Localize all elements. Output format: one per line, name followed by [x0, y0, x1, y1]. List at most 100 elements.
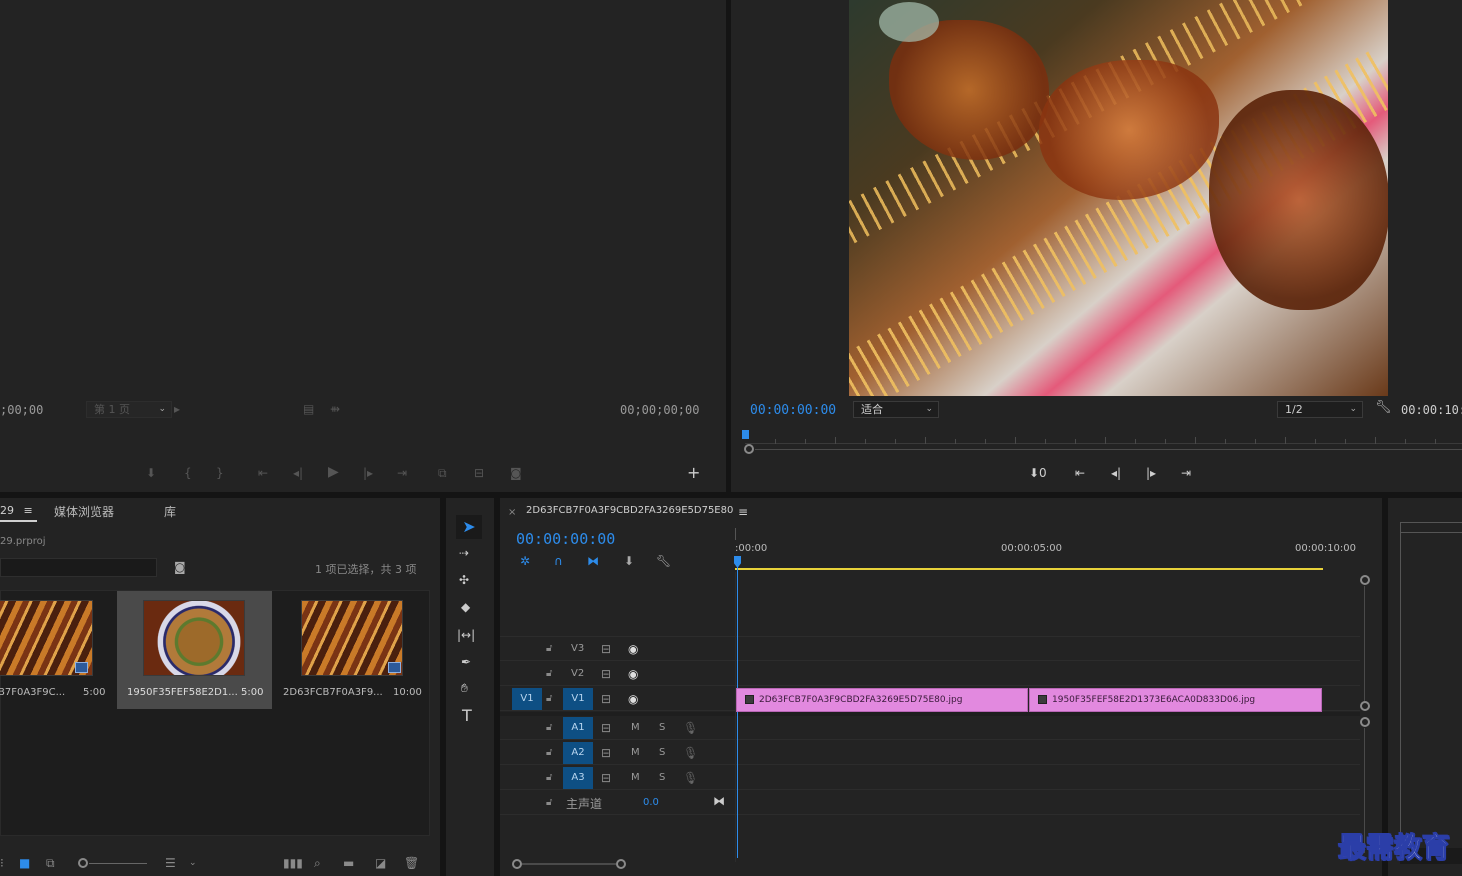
sync-lock-icon[interactable]: ⊟ — [601, 642, 611, 656]
freeform-view-icon[interactable]: ⧉ — [46, 856, 55, 870]
clear-icon[interactable]: 🗑︎ — [404, 856, 419, 870]
clip-2[interactable]: 1950F35FEF58E2D1373E6ACA0D833D06.jpg — [1029, 688, 1322, 712]
sequence-menu-icon[interactable]: ≡ — [738, 505, 748, 519]
clip-1[interactable]: 2D63FCB7F0A3F9CBD2FA3269E5D75E80.jpg — [736, 688, 1028, 712]
solo-button[interactable]: S — [659, 747, 665, 758]
razor-tool[interactable]: ◆ — [461, 600, 470, 614]
h-scrollbar[interactable] — [522, 863, 616, 865]
sync-lock-icon[interactable]: ⊟ — [601, 746, 611, 760]
track-target-a2[interactable]: A2 — [563, 742, 593, 764]
scroll-handle-audio[interactable] — [1360, 717, 1370, 727]
lock-icon[interactable]: 🔓︎ — [546, 771, 552, 785]
scroll-handle-top[interactable] — [1360, 575, 1370, 585]
track-target-a3[interactable]: A3 — [563, 767, 593, 789]
sync-lock-icon[interactable]: ⊟ — [601, 692, 611, 706]
step-back-icon[interactable]: ◂| — [293, 466, 303, 480]
program-scrub-bar[interactable] — [742, 430, 1462, 444]
timeline-settings-icon[interactable]: 🔧︎ — [656, 554, 671, 568]
source-timecode[interactable]: ;00;00 — [0, 403, 43, 417]
zoom-slider-handle[interactable] — [78, 858, 88, 868]
icon-view-icon[interactable]: ■ — [19, 856, 30, 870]
lock-icon[interactable]: 🔓︎ — [546, 667, 552, 681]
source-patch-v1[interactable]: V1 — [512, 688, 542, 710]
microphone-icon[interactable]: 🎙︎ — [683, 746, 698, 760]
close-tab-icon[interactable]: × — [508, 506, 516, 520]
add-marker-timeline-icon[interactable]: ⬇ — [624, 554, 634, 568]
h-scroll-right[interactable] — [616, 859, 626, 869]
master-volume[interactable]: 0.0 — [643, 797, 659, 808]
track-target-v1[interactable]: V1 — [563, 688, 593, 710]
track-select-tool[interactable]: ⇢ — [459, 546, 469, 560]
source-page-dropdown[interactable]: 第 1 页 ⌄ — [86, 401, 172, 418]
go-to-end-icon[interactable]: ⧓ — [713, 794, 725, 808]
go-to-in-icon[interactable]: ⇤ — [258, 466, 268, 480]
selection-tool[interactable]: ➤ — [456, 515, 482, 539]
type-tool[interactable]: T — [462, 706, 472, 725]
new-bin-search-icon[interactable]: ◙ — [174, 560, 186, 574]
zoom-slider[interactable] — [89, 863, 147, 864]
go-to-out-icon[interactable]: ⇥ — [397, 466, 407, 480]
overwrite-icon[interactable]: ⊟ — [474, 466, 484, 480]
add-button-icon[interactable]: + — [687, 465, 700, 481]
sort-icon[interactable]: ☰ — [165, 856, 176, 870]
microphone-icon[interactable]: 🎙︎ — [683, 721, 698, 735]
new-bin-icon[interactable]: ▬ — [343, 856, 354, 870]
lock-icon[interactable]: 🔓︎ — [546, 746, 552, 760]
mark-out-icon[interactable]: } — [216, 466, 224, 480]
overlay-icon[interactable]: ⇻ — [330, 402, 340, 416]
project-item-selected[interactable]: 1950F35FEF58E2D1... 5:00 — [117, 591, 272, 709]
play-small-icon[interactable]: ▸ — [174, 402, 180, 416]
sort-dropdown-icon[interactable]: ⌄ — [189, 856, 197, 870]
step-back-frame-icon[interactable]: ◂| — [1111, 466, 1121, 480]
tab-libraries[interactable]: 库 — [164, 503, 176, 520]
automate-icon[interactable]: ▮▮▮ — [283, 856, 303, 870]
track-target-a1[interactable]: A1 — [563, 717, 593, 739]
project-item[interactable]: 2D63FCB7F0A3F9... 10:00 — [283, 591, 428, 707]
mark-in-icon[interactable]: { — [184, 466, 192, 480]
time-ruler[interactable]: :00:00 00:00:05:00 00:00:10:00 — [735, 538, 1360, 572]
mute-button[interactable]: M — [631, 772, 640, 783]
fit-dropdown[interactable]: 适合 ⌄ — [853, 401, 939, 418]
step-forward-icon[interactable]: |▸ — [363, 466, 373, 480]
nest-icon[interactable]: ✲ — [520, 554, 530, 568]
solo-button[interactable]: S — [659, 722, 665, 733]
eye-icon[interactable]: ◉ — [628, 692, 638, 706]
scroll-handle-mid[interactable] — [1360, 701, 1370, 711]
program-timecode[interactable]: 00:00:00:00 — [750, 403, 836, 418]
insert-icon[interactable]: ⧉ — [438, 466, 447, 480]
mute-button[interactable]: M — [631, 722, 640, 733]
lock-icon[interactable]: 🔓︎ — [546, 692, 552, 706]
add-marker-icon[interactable]: ⬇ — [146, 466, 156, 480]
lock-icon[interactable]: 🔓︎ — [546, 721, 552, 735]
h-scroll-left[interactable] — [512, 859, 522, 869]
slip-tool[interactable]: |↔| — [457, 628, 475, 642]
marker-dropdown-icon[interactable]: ⬇0 — [1029, 466, 1047, 480]
project-search-input[interactable] — [0, 558, 157, 577]
program-playhead[interactable] — [742, 430, 749, 439]
microphone-icon[interactable]: 🎙︎ — [683, 771, 698, 785]
eye-icon[interactable]: ◉ — [628, 642, 638, 656]
sync-lock-icon[interactable]: ⊟ — [601, 721, 611, 735]
work-area-bar[interactable] — [735, 568, 1323, 570]
export-frame-icon[interactable]: ▤ — [303, 402, 314, 416]
camera-icon[interactable]: ◙ — [510, 466, 522, 480]
zoom-handle-left[interactable] — [744, 444, 754, 454]
sequence-timecode[interactable]: 00:00:00:00 — [516, 530, 615, 548]
wrench-icon[interactable]: 🔧︎ — [1375, 401, 1392, 415]
new-item-icon[interactable]: ◪ — [375, 856, 386, 870]
lock-icon[interactable]: 🔓︎ — [546, 642, 552, 656]
sync-lock-icon[interactable]: ⊟ — [601, 771, 611, 785]
step-forward-frame-icon[interactable]: |▸ — [1146, 466, 1156, 480]
snap-icon[interactable]: ∩ — [554, 554, 563, 568]
list-view-icon[interactable]: ⁝ — [0, 856, 4, 870]
mute-button[interactable]: M — [631, 747, 640, 758]
find-icon[interactable]: ⌕ — [314, 856, 321, 870]
eye-icon[interactable]: ◉ — [628, 667, 638, 681]
go-to-out-point-icon[interactable]: ⇥ — [1181, 466, 1191, 480]
sequence-tab[interactable]: 2D63FCB7F0A3F9CBD2FA3269E5D75E80 — [526, 505, 733, 516]
ripple-edit-tool[interactable]: ✣ — [459, 573, 469, 587]
hand-tool[interactable]: ✋︎ — [461, 681, 468, 695]
quality-dropdown[interactable]: 1/2 ⌄ — [1277, 401, 1363, 418]
tab-media-browser[interactable]: 媒体浏览器 — [54, 503, 114, 520]
pen-tool[interactable]: ✒︎ — [461, 655, 471, 669]
